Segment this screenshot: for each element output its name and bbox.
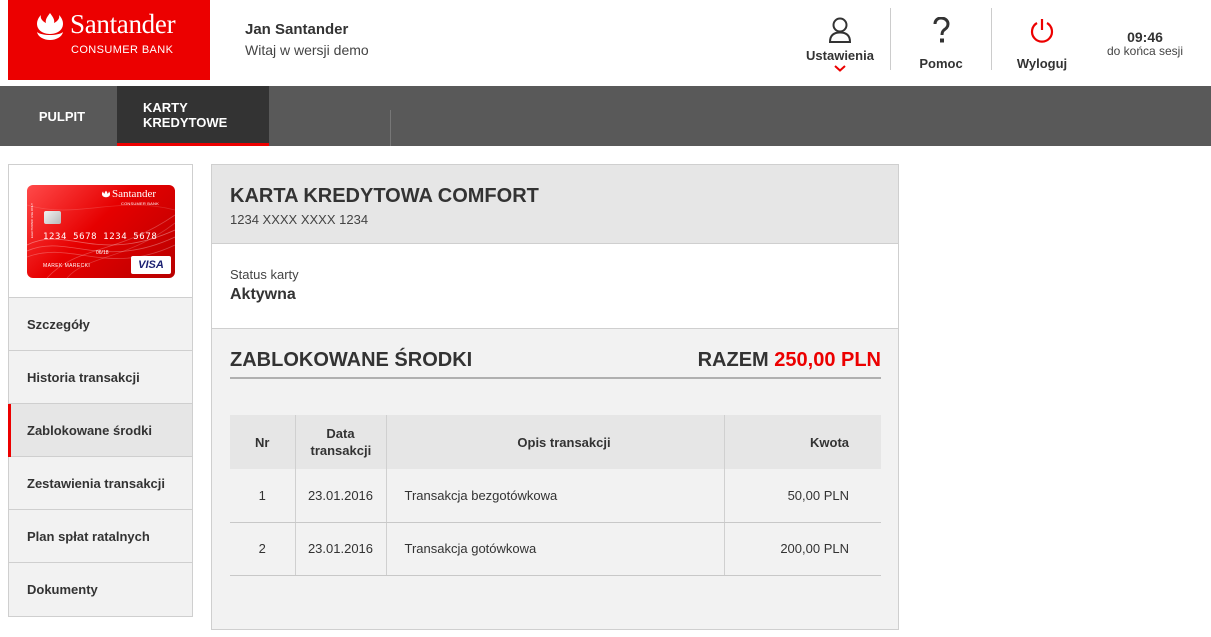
column-header-date-text: Data transakcji	[310, 426, 372, 458]
main-nav: PULPIT KARTY KREDYTOWE	[0, 86, 1211, 146]
header-divider	[991, 8, 992, 70]
session-label: do końca sesji	[1106, 44, 1184, 58]
logout-label: Wyloguj	[1016, 56, 1068, 71]
question-icon	[933, 17, 950, 43]
nav-divider	[390, 110, 391, 146]
sidebar-item-dokumenty[interactable]: Dokumenty	[9, 563, 192, 616]
card-image-number: 1234 5678 1234 5678	[43, 232, 158, 242]
sidebar-item-szczegoly[interactable]: Szczegóły	[9, 298, 192, 351]
blocked-funds-header: ZABLOKOWANE ŚRODKI RAZEM 250,00 PLN	[230, 344, 881, 379]
total-label: RAZEM	[697, 349, 769, 371]
brand-subtitle: CONSUMER BANK	[71, 44, 174, 56]
brand-name: Santander	[70, 9, 176, 39]
sidebar-item-historia-transakcji[interactable]: Historia transakcji	[9, 351, 192, 404]
cell-nr: 1	[230, 469, 296, 523]
sidebar-item-zestawienia-transakcji[interactable]: Zestawienia transakcji	[9, 457, 192, 510]
cell-desc: Transakcja gotówkowa	[386, 522, 725, 576]
help-button[interactable]: Pomoc	[900, 8, 982, 71]
tab-karty-kredytowe[interactable]: KARTY KREDYTOWE	[117, 86, 269, 146]
credit-card-image: Santander CONSUMER BANK ELECTRONIC USE O…	[27, 185, 175, 278]
tab-label: PULPIT	[38, 108, 86, 124]
visa-logo: VISA	[131, 256, 171, 274]
settings-label: Ustawienia	[806, 48, 874, 63]
sidebar-item-plan-splat-ratalnych[interactable]: Plan spłat ratalnych	[9, 510, 192, 563]
blocked-funds-table: Nr Data transakcji Opis transakcji Kwota…	[230, 415, 881, 576]
logout-button[interactable]: Wyloguj	[1001, 8, 1083, 71]
settings-button[interactable]: Ustawienia	[800, 8, 880, 72]
column-header-nr: Nr	[230, 415, 296, 469]
cell-amount: 200,00 PLN	[724, 522, 881, 576]
chip-icon	[44, 211, 61, 224]
user-name: Jan Santander	[245, 21, 349, 38]
card-brand: Santander	[112, 188, 156, 200]
card-preview: Santander CONSUMER BANK ELECTRONIC USE O…	[9, 165, 192, 298]
table-header-row: Nr Data transakcji Opis transakcji Kwota	[230, 415, 881, 469]
header: Santander CONSUMER BANK Jan Santander Wi…	[0, 0, 1211, 86]
power-icon	[1030, 19, 1054, 43]
card-number: 1234 XXXX XXXX 1234	[230, 212, 369, 227]
user-greeting: Witaj w wersji demo	[245, 42, 369, 58]
header-divider	[890, 8, 891, 70]
card-header: KARTA KREDYTOWA COMFORT 1234 XXXX XXXX 1…	[212, 165, 898, 244]
flame-icon	[101, 190, 111, 198]
flame-icon	[37, 13, 63, 40]
cell-date: 23.01.2016	[295, 469, 387, 523]
sidebar: Santander CONSUMER BANK ELECTRONIC USE O…	[8, 164, 193, 617]
cell-amount: 50,00 PLN	[724, 469, 881, 523]
card-details-panel: KARTA KREDYTOWA COMFORT 1234 XXXX XXXX 1…	[211, 164, 899, 630]
card-expiry: 06/18	[96, 250, 109, 256]
card-title: KARTA KREDYTOWA COMFORT	[230, 185, 539, 207]
card-holder: MAREK MARECKI	[43, 263, 91, 269]
card-status: Status karty Aktywna	[212, 244, 898, 329]
section-title: ZABLOKOWANE ŚRODKI	[230, 349, 473, 371]
tab-pulpit[interactable]: PULPIT	[8, 86, 116, 146]
column-header-amount: Kwota	[724, 415, 881, 469]
status-value: Aktywna	[230, 286, 296, 303]
column-header-date: Data transakcji	[295, 415, 387, 469]
cell-date: 23.01.2016	[295, 522, 387, 576]
column-header-desc: Opis transakcji	[386, 415, 725, 469]
santander-logo[interactable]: Santander CONSUMER BANK	[8, 0, 210, 80]
tab-label: KARTY KREDYTOWE	[143, 99, 228, 130]
table-row: 2 23.01.2016 Transakcja gotówkowa 200,00…	[230, 522, 881, 576]
card-brand-sub: CONSUMER BANK	[121, 201, 159, 206]
blocked-total: RAZEM 250,00 PLN	[698, 349, 881, 372]
cell-nr: 2	[230, 522, 296, 576]
table-row: 1 23.01.2016 Transakcja bezgotówkowa 50,…	[230, 469, 881, 523]
card-side-text: ELECTRONIC USE ONLY	[30, 203, 34, 239]
help-label: Pomoc	[919, 56, 963, 71]
session-timer: 09:46	[1127, 29, 1163, 45]
user-icon	[828, 17, 852, 43]
status-label: Status karty	[230, 267, 299, 282]
total-amount: 250,00 PLN	[774, 349, 881, 371]
chevron-down-icon	[834, 65, 846, 72]
cell-desc: Transakcja bezgotówkowa	[386, 469, 725, 523]
sidebar-item-zablokowane-srodki[interactable]: Zablokowane środki	[8, 404, 192, 457]
